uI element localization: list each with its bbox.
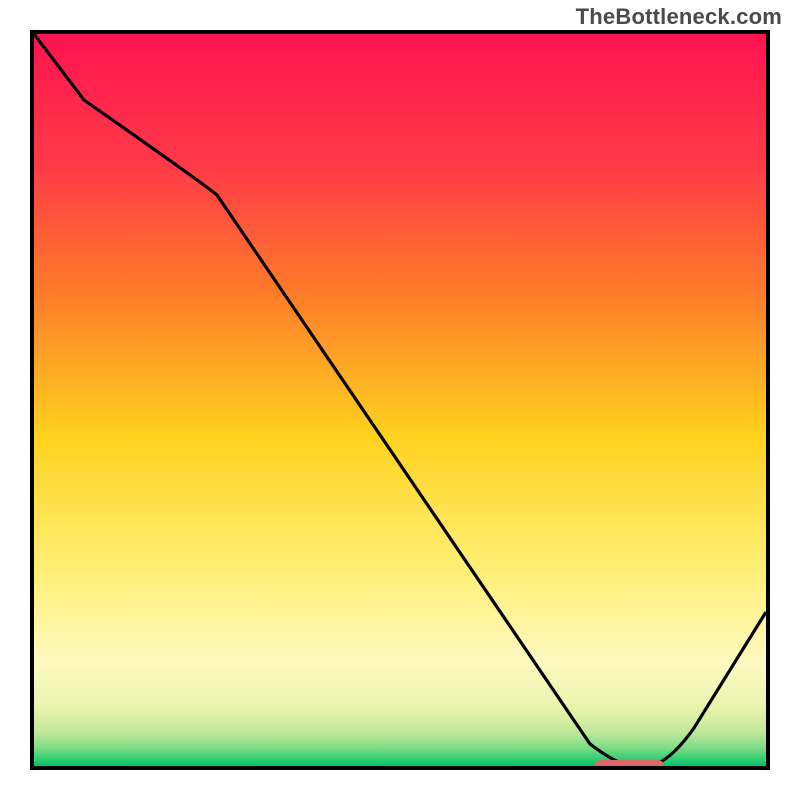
bottleneck-curve — [34, 34, 766, 766]
optimal-range-marker — [594, 760, 664, 766]
plot-frame — [30, 30, 770, 770]
watermark-text: TheBottleneck.com — [576, 4, 782, 30]
plot-area — [34, 34, 766, 766]
